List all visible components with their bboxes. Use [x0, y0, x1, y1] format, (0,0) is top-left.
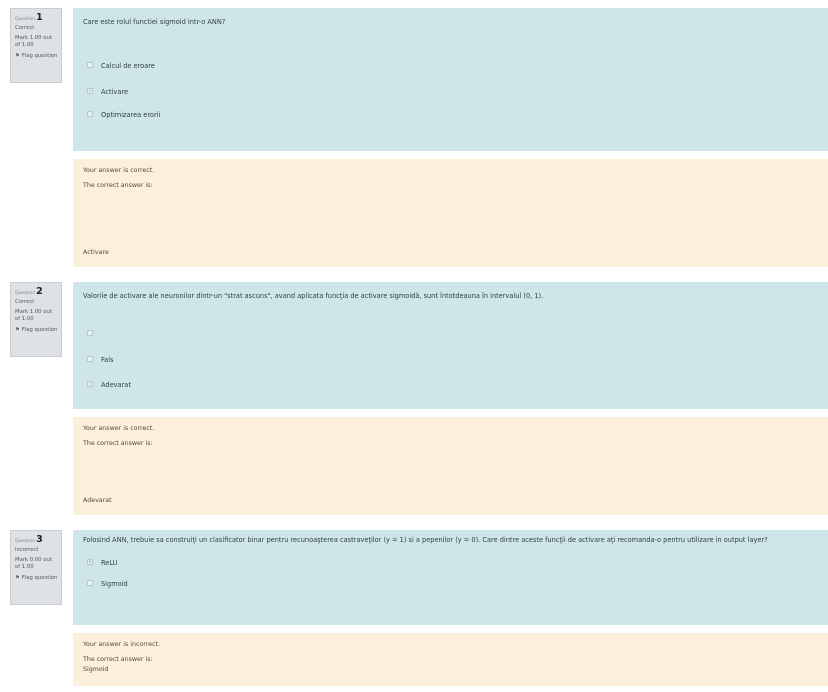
question-grade: Mark 1.00 out of 1.00 [15, 309, 52, 323]
option-checkbox[interactable] [87, 356, 93, 362]
question-formulation-3: Folosind ANN, trebuie sa construiţi un c… [73, 530, 828, 625]
option-checkbox[interactable]: ✕ [87, 559, 93, 565]
question-number: 3 [36, 534, 43, 545]
option-label: Optimizarea erorii [101, 111, 161, 119]
question-number: 2 [36, 286, 43, 297]
question-formulation-2: Valorile de activare ale neuronilor dint… [73, 282, 828, 409]
flag-question-link[interactable]: ⚑ Flag question [15, 327, 58, 334]
option-label: Sigmoid [101, 580, 128, 588]
option-label: Adevarat [101, 381, 131, 389]
question-state: Incorrect [15, 547, 39, 553]
question-text: Folosind ANN, trebuie sa construiţi un c… [83, 536, 768, 544]
flag-question-label: Flag question [21, 52, 58, 59]
option-label: Fals [101, 356, 114, 364]
feedback-text: Your answer is incorrect. [83, 641, 161, 648]
question-outcome-1: Your answer is correct. The correct answ… [73, 159, 828, 267]
feedback-text: Your answer is correct. [83, 167, 155, 174]
correct-answer-label: The correct answer is: [83, 656, 153, 663]
question-grade: Mark 0.00 out of 1.00 [15, 557, 52, 571]
correct-answer-label: The correct answer is: [83, 182, 153, 189]
flag-icon: ⚑ [15, 574, 20, 581]
question-outcome-2: Your answer is correct. The correct answ… [73, 417, 828, 515]
option-checkbox[interactable]: ✓ [87, 381, 93, 387]
flag-question-label: Flag question [21, 574, 58, 581]
question-state: Correct [15, 299, 35, 305]
question-text: Valorile de activare ale neuronilor dint… [83, 292, 544, 300]
correct-answer-value: Sigmoid [83, 666, 109, 673]
flag-question-link[interactable]: ⚑ Flag question [15, 575, 58, 582]
question-info-1: Question1 Correct Mark 1.00 out of 1.00 … [10, 8, 62, 83]
option-label: Calcul de eroare [101, 62, 155, 70]
question-state: Correct [15, 25, 35, 31]
question-formulation-1: Care este rolul functiei sigmoid intr-o … [73, 8, 828, 151]
question-grade: Mark 1.00 out of 1.00 [15, 35, 52, 49]
question-text: Care este rolul functiei sigmoid intr-o … [83, 18, 226, 26]
flag-icon: ⚑ [15, 52, 20, 59]
feedback-text: Your answer is correct. [83, 425, 155, 432]
question-number: 1 [36, 12, 43, 23]
option-checkbox[interactable] [87, 62, 93, 68]
option-checkbox[interactable]: ✓ [87, 88, 93, 94]
correct-answer-value: Adevarat [83, 497, 112, 504]
option-checkbox[interactable] [87, 111, 93, 117]
correct-answer-label: The correct answer is: [83, 440, 153, 447]
question-label: Question [15, 539, 36, 544]
flag-question-link[interactable]: ⚑ Flag question [15, 53, 58, 60]
question-info-3: Question3 Incorrect Mark 0.00 out of 1.0… [10, 530, 62, 605]
option-label: Activare [101, 88, 129, 96]
flag-icon: ⚑ [15, 326, 20, 333]
question-label: Question [15, 17, 36, 22]
question-outcome-3: Your answer is incorrect. The correct an… [73, 633, 828, 686]
option-checkbox[interactable] [87, 330, 93, 336]
question-info-2: Question2 Correct Mark 1.00 out of 1.00 … [10, 282, 62, 357]
option-checkbox[interactable] [87, 580, 93, 586]
flag-question-label: Flag question [21, 326, 58, 333]
option-label: ReLU [101, 559, 118, 567]
correct-answer-value: Activare [83, 249, 109, 256]
question-label: Question [15, 291, 36, 296]
